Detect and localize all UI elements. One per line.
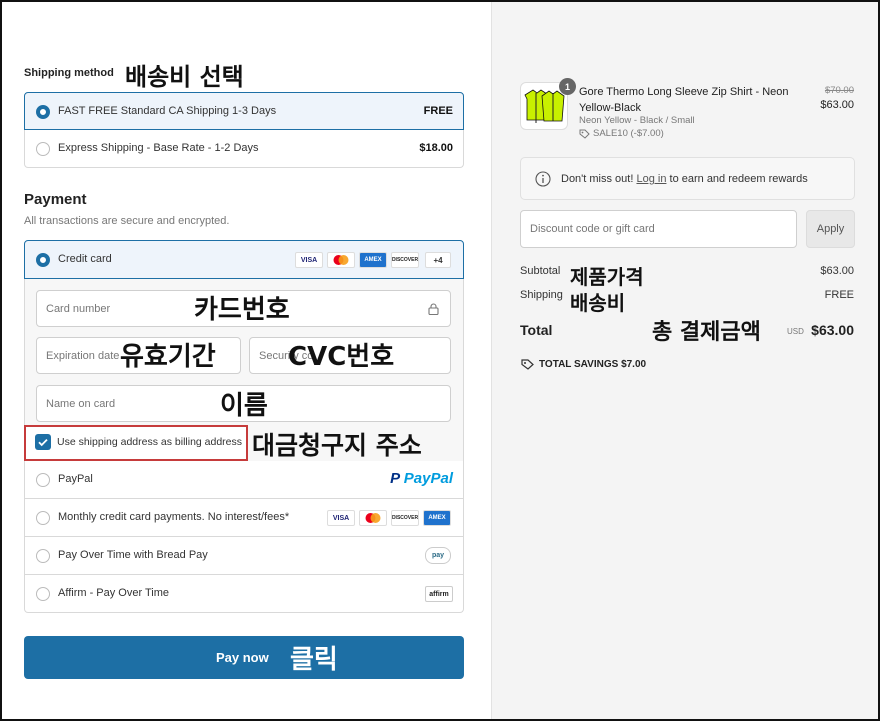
annotation-total: 총 결제금액 — [652, 320, 761, 345]
credit-card-radio[interactable] — [36, 253, 50, 267]
check-icon — [38, 438, 48, 447]
rewards-banner: Don't miss out! Log in to earn and redee… — [520, 157, 855, 200]
subtotal-value: $63.00 — [820, 265, 854, 277]
name-on-card-placeholder: Name on card — [46, 398, 116, 410]
annotation-subtotal: 제품가격 — [570, 265, 644, 289]
monthly-mastercard-logo — [359, 510, 387, 526]
total-savings: TOTAL SAVINGS $7.00 — [539, 359, 646, 370]
monthly-amex-logo: AMEX — [423, 510, 451, 526]
pay-now-button[interactable]: Pay now 클릭 — [24, 636, 464, 679]
rewards-login-link[interactable]: Log in — [636, 173, 666, 185]
shipping-express-price: $18.00 — [419, 142, 453, 154]
bread-pay-logo: pay — [425, 547, 451, 564]
pay-now-label: Pay now — [216, 650, 269, 665]
product-name: Gore Thermo Long Sleeve Zip Shirt - Neon… — [579, 86, 789, 114]
payment-option-monthly[interactable]: Monthly credit card payments. No interes… — [24, 499, 464, 537]
discover-logo: DISCOVER — [391, 252, 419, 268]
affirm-logo: affirm — [425, 586, 453, 602]
rewards-text: Don't miss out! Log in to earn and redee… — [561, 173, 808, 185]
mastercard-logo — [327, 252, 355, 268]
payment-option-paypal[interactable]: PayPal P PayPal — [24, 461, 464, 499]
shipping-option-standard[interactable]: FAST FREE Standard CA Shipping 1-3 Days … — [24, 92, 464, 130]
monthly-discover-logo: DISCOVER — [391, 510, 419, 526]
shipping-express-label: Express Shipping - Base Rate - 1-2 Days — [58, 142, 259, 154]
shipping-value: FREE — [824, 289, 854, 301]
paypal-logo-text: PayPal — [403, 470, 453, 487]
amex-logo: AMEX — [359, 252, 387, 268]
product-price: $63.00 — [820, 99, 854, 111]
affirm-radio[interactable] — [36, 587, 50, 601]
monthly-radio[interactable] — [36, 511, 50, 525]
annotation-expiration: 유효기간 — [120, 342, 216, 372]
shipping-option-express[interactable]: Express Shipping - Base Rate - 1-2 Days … — [24, 130, 464, 168]
rewards-suffix: to earn and redeem rewards — [669, 173, 808, 185]
bread-label: Pay Over Time with Bread Pay — [58, 549, 208, 561]
paypal-logo-mark: P — [390, 470, 400, 487]
total-value: $63.00 — [811, 322, 854, 338]
quantity-badge: 1 — [559, 78, 576, 95]
annotation-name: 이름 — [220, 391, 268, 421]
annotation-cvc: CVC번호 — [288, 342, 395, 372]
checkout-main: Shipping method 배송비 선택 FAST FREE Standar… — [2, 2, 491, 719]
product-variant: Neon Yellow - Black / Small — [579, 115, 695, 126]
lock-icon — [428, 303, 439, 315]
shipping-method-title: Shipping method — [24, 67, 114, 79]
annotation-shipping-method: 배송비 선택 — [125, 63, 244, 91]
rewards-prefix: Don't miss out! — [561, 173, 634, 185]
annotation-pay-click: 클릭 — [290, 645, 338, 675]
monthly-visa-logo: VISA — [327, 510, 355, 526]
total-savings-label: TOTAL SAVINGS — [539, 359, 619, 370]
payment-option-bread[interactable]: Pay Over Time with Bread Pay pay — [24, 537, 464, 575]
affirm-label: Affirm - Pay Over Time — [58, 587, 170, 599]
expiration-placeholder: Expiration date — [46, 350, 120, 362]
discount-code-placeholder: Discount code or gift card — [530, 223, 655, 235]
discount-tag-icon — [579, 129, 590, 139]
shipping-standard-price: FREE — [423, 105, 453, 117]
payment-option-credit-card[interactable]: Credit card VISA AMEX DISCOVER +4 — [24, 240, 464, 279]
payment-option-affirm[interactable]: Affirm - Pay Over Time affirm — [24, 575, 464, 613]
apply-button[interactable]: Apply — [806, 210, 855, 248]
bread-radio[interactable] — [36, 549, 50, 563]
paypal-logo: P PayPal — [390, 470, 453, 487]
billing-checkbox[interactable] — [35, 434, 51, 450]
total-savings-value: $7.00 — [621, 359, 647, 370]
annotation-billing: 대금청구지 주소 — [252, 431, 422, 460]
discount-code-input[interactable]: Discount code or gift card — [520, 210, 797, 248]
shipping-standard-radio[interactable] — [36, 105, 50, 119]
monthly-label: Monthly credit card payments. No interes… — [58, 511, 290, 523]
subtotal-label: Subtotal — [520, 265, 561, 277]
discount-tag-label: SALE10 (-$7.00) — [593, 128, 664, 139]
paypal-radio[interactable] — [36, 473, 50, 487]
info-icon — [535, 171, 551, 187]
paypal-label: PayPal — [58, 473, 93, 485]
card-number-placeholder: Card number — [46, 303, 111, 315]
payment-title: Payment — [24, 191, 87, 208]
currency-code: USD — [787, 327, 804, 336]
original-price: $70.00 — [824, 85, 854, 96]
annotation-card-number: 카드번호 — [194, 295, 290, 325]
savings-tag-icon — [521, 359, 534, 370]
order-summary: 1 Gore Thermo Long Sleeve Zip Shirt - Ne… — [491, 2, 878, 719]
shipping-label: Shipping — [520, 289, 563, 301]
annotation-shipping: 배송비 — [570, 291, 626, 315]
payment-subtitle: All transactions are secure and encrypte… — [24, 215, 230, 227]
credit-card-label: Credit card — [58, 253, 112, 265]
visa-logo: VISA — [295, 252, 323, 268]
shipping-standard-label: FAST FREE Standard CA Shipping 1-3 Days — [58, 105, 277, 117]
shipping-express-radio[interactable] — [36, 142, 50, 156]
total-label: Total — [520, 322, 553, 338]
more-cards-badge: +4 — [425, 252, 451, 268]
billing-checkbox-label: Use shipping address as billing address — [57, 436, 243, 448]
